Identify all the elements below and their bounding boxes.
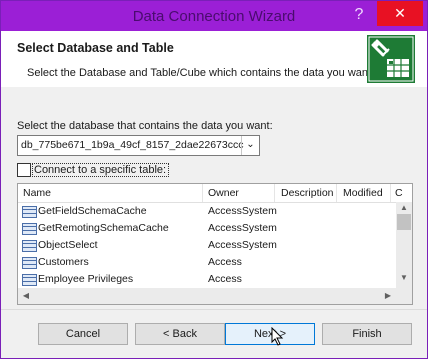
column-header-c[interactable]: C [395,187,403,199]
column-header-owner[interactable]: Owner [208,187,239,199]
column-divider[interactable] [390,184,391,202]
page-description: Select the Database and Table/Cube which… [27,67,375,79]
table-row[interactable]: GetFieldSchemaCache AccessSystem [18,203,396,220]
mouse-pointer-icon [271,327,284,346]
table-icon [22,274,37,286]
cancel-button[interactable]: Cancel [38,323,128,345]
table-row-owner: AccessSystem [208,239,277,251]
table-icon [22,257,37,269]
table-list[interactable]: Name Owner Description Modified C GetFie… [17,183,413,305]
next-button[interactable]: Next > [225,323,315,345]
function-table-icon [22,223,37,235]
close-button[interactable]: ✕ [377,1,423,26]
column-divider[interactable] [336,184,337,202]
database-dropdown-value: db_775be671_1b9a_49cf_8157_2dae22673ccc [21,139,244,151]
column-header-description[interactable]: Description [281,187,334,199]
table-row-name: GetRemotingSchemaCache [38,222,169,234]
scroll-down-icon[interactable]: ▼ [396,272,412,284]
table-row[interactable]: ObjectSelect AccessSystem [18,237,396,254]
back-button[interactable]: < Back [135,323,225,345]
column-divider[interactable] [274,184,275,202]
table-row[interactable]: GetRemotingSchemaCache AccessSystem [18,220,396,237]
column-header-name[interactable]: Name [23,187,51,199]
wizard-header: Select Database and Table Select the Dat… [1,31,427,87]
vertical-scrollbar[interactable]: ▲ ▼ [396,202,412,288]
table-row-owner: Access [208,273,242,285]
function-table-icon [22,206,37,218]
help-button[interactable]: ? [345,1,373,31]
horizontal-scrollbar[interactable]: ◀ ▶ [18,288,396,304]
database-dropdown[interactable]: db_775be671_1b9a_49cf_8157_2dae22673ccc … [17,135,260,156]
table-row-name: ObjectSelect [38,239,98,251]
scroll-right-icon[interactable]: ▶ [380,290,396,302]
table-row[interactable]: Employee Privileges Access [18,271,396,288]
chevron-down-icon[interactable]: ⌄ [241,136,259,155]
vertical-scroll-thumb[interactable] [397,214,411,230]
column-divider[interactable] [202,184,203,202]
scroll-up-icon[interactable]: ▲ [396,202,412,214]
scroll-left-icon[interactable]: ◀ [18,290,34,302]
column-header-modified[interactable]: Modified [343,187,383,199]
page-title: Select Database and Table [17,41,174,55]
table-row-owner: AccessSystem [208,222,277,234]
title-bar[interactable]: Data Connection Wizard ? ✕ [1,1,427,31]
connect-specific-table-checkbox[interactable] [17,163,31,177]
database-wizard-icon [367,35,415,83]
table-row-name: Customers [38,256,89,268]
connect-specific-table-label[interactable]: Connect to a specific table: [32,163,170,177]
table-row[interactable]: Customers Access [18,254,396,271]
table-row-name: Employee Privileges [38,273,134,285]
wizard-window: Data Connection Wizard ? ✕ Select Databa… [0,0,428,359]
table-list-header: Name Owner Description Modified C [18,184,412,203]
database-label: Select the database that contains the da… [17,120,273,132]
function-table-icon [22,240,37,252]
scrollbar-corner [396,288,412,304]
table-row-owner: AccessSystem [208,205,277,217]
table-row-owner: Access [208,256,242,268]
finish-button[interactable]: Finish [322,323,412,345]
table-row-name: GetFieldSchemaCache [38,205,147,217]
button-bar: Cancel < Back Next > Finish [1,309,427,358]
wizard-body: Select the database that contains the da… [1,87,427,309]
